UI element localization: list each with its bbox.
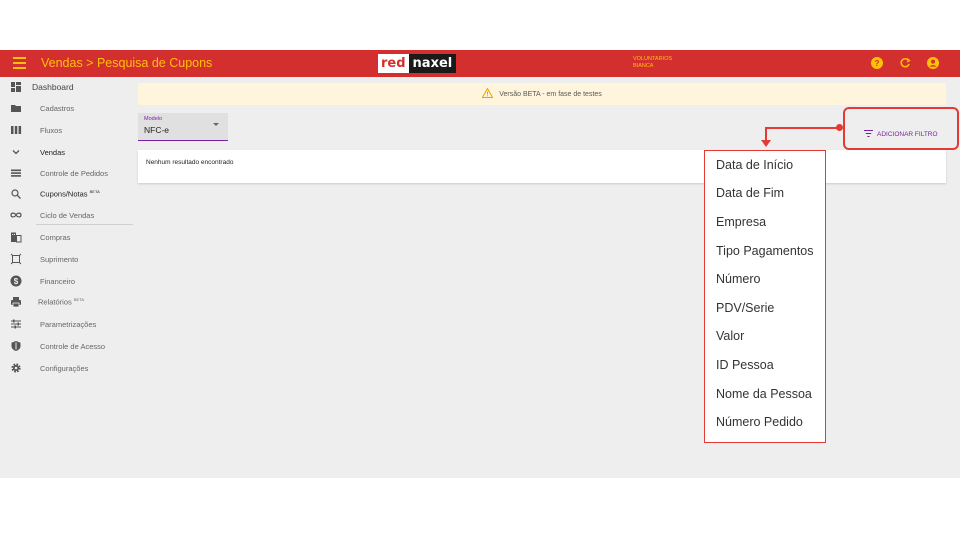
beta-badge: BETA: [89, 189, 100, 195]
account-icon[interactable]: [926, 56, 940, 70]
user-name: BIANCA: [633, 63, 654, 69]
sidebar-item-label: Dashboard: [32, 82, 74, 92]
filter-option-numero-pedido[interactable]: Número Pedido: [716, 415, 803, 429]
sidebar-item-relatorios[interactable]: Relatórios BETA: [0, 292, 133, 312]
filter-option-data-inicio[interactable]: Data de Início: [716, 158, 793, 172]
sidebar-item-label: Cupons/Notas BETA: [40, 189, 100, 199]
sidebar-item-cupons-notas[interactable]: Cupons/Notas BETA: [0, 184, 133, 204]
shield-icon: [10, 340, 22, 352]
filter-option-tipo-pagamentos[interactable]: Tipo Pagamentos: [716, 244, 814, 258]
refresh-icon[interactable]: [898, 56, 912, 70]
top-bar: Vendas > Pesquisa de Cupons red naxel VO…: [0, 50, 960, 77]
sidebar-item-ciclo-de-vendas[interactable]: Ciclo de Vendas: [0, 205, 133, 225]
filter-option-empresa[interactable]: Empresa: [716, 215, 766, 229]
sidebar-item-parametrizacoes[interactable]: Parametrizações: [0, 314, 133, 334]
sidebar-divider: [36, 224, 133, 225]
sidebar-item-financeiro[interactable]: $ Financeiro: [0, 271, 133, 291]
model-select-value: NFC-e: [144, 125, 170, 135]
sidebar-item-label: Controle de Acesso: [40, 341, 106, 351]
sidebar-item-compras[interactable]: Compras: [0, 227, 133, 247]
help-icon[interactable]: ?: [870, 56, 884, 70]
annotation-arrow-icon: [761, 140, 771, 147]
annotation-connector-horizontal: [765, 127, 838, 129]
annotation-highlight-box: [843, 107, 959, 150]
sidebar-item-label: Vendas: [40, 147, 66, 157]
sidebar-item-label: Parametrizações: [40, 319, 97, 329]
sidebar-item-controle-de-pedidos[interactable]: Controle de Pedidos: [0, 163, 133, 183]
supply-icon: [10, 253, 22, 265]
warning-icon: [481, 87, 494, 100]
menu-icon[interactable]: [13, 57, 26, 69]
sidebar-item-text: Relatórios: [38, 297, 72, 307]
page-title: Vendas > Pesquisa de Cupons: [41, 56, 213, 70]
sidebar-item-label: Configurações: [40, 363, 89, 373]
logo: red naxel: [378, 54, 457, 73]
top-icons: ?: [870, 56, 940, 70]
search-receipt-icon: [10, 188, 22, 200]
building-icon: [10, 231, 22, 243]
folder-icon: [10, 102, 22, 114]
filter-option-nome-pessoa[interactable]: Nome da Pessoa: [716, 387, 812, 401]
sidebar-item-configuracoes[interactable]: Configurações: [0, 358, 133, 378]
logo-naxel: naxel: [408, 54, 457, 73]
filter-option-data-fim[interactable]: Data de Fim: [716, 186, 784, 200]
user-info[interactable]: VOLUNTARIOS BIANCA: [633, 56, 672, 70]
sidebar-item-dashboard[interactable]: Dashboard: [0, 77, 133, 97]
dropdown-arrow-icon: [213, 123, 219, 126]
chevron-down-icon: [10, 146, 22, 158]
sidebar-item-controle-de-acesso[interactable]: Controle de Acesso: [0, 336, 133, 356]
user-org: VOLUNTARIOS: [633, 56, 673, 62]
columns-icon: [10, 124, 22, 136]
filter-menu: Data de Início Data de Fim Empresa Tipo …: [704, 150, 826, 443]
print-icon: [10, 296, 22, 308]
model-select[interactable]: Modelo NFC-e: [138, 113, 228, 141]
filter-option-id-pessoa[interactable]: ID Pessoa: [716, 358, 774, 372]
sidebar-item-label: Suprimento: [40, 254, 79, 264]
infinity-icon: [10, 209, 22, 221]
dashboard-icon: [10, 81, 22, 93]
money-icon: $: [10, 275, 22, 287]
sidebar-item-label: Fluxos: [40, 125, 63, 135]
sidebar-item-label: Ciclo de Vendas: [40, 210, 95, 220]
svg-text:$: $: [14, 277, 19, 286]
banner-text: Versão BETA - em fase de testes: [499, 90, 602, 98]
filter-option-numero[interactable]: Número: [716, 272, 760, 286]
beta-banner: Versão BETA - em fase de testes: [138, 83, 946, 105]
sidebar-item-cadastros[interactable]: Cadastros: [0, 98, 133, 118]
logo-red: red: [378, 54, 409, 73]
sidebar: Dashboard Cadastros Fluxos Vendas Contro…: [0, 77, 133, 478]
gear-icon: [10, 362, 22, 374]
sidebar-item-label: Controle de Pedidos: [40, 168, 108, 178]
sidebar-item-suprimento[interactable]: Suprimento: [0, 249, 133, 269]
sidebar-item-label: Relatórios BETA: [38, 297, 84, 307]
sidebar-item-label: Compras: [40, 232, 71, 242]
sidebar-item-vendas[interactable]: Vendas: [0, 142, 133, 162]
sidebar-item-fluxos[interactable]: Fluxos: [0, 120, 133, 140]
sidebar-item-label: Financeiro: [40, 276, 76, 286]
annotation-connector-vertical: [765, 127, 767, 141]
svg-text:?: ?: [875, 59, 880, 68]
filter-option-pdv-serie[interactable]: PDV/Serie: [716, 301, 774, 315]
model-select-label: Modelo: [144, 116, 163, 122]
filter-option-valor[interactable]: Valor: [716, 329, 744, 343]
beta-badge: BETA: [73, 297, 85, 303]
sidebar-item-label: Cadastros: [40, 103, 75, 113]
empty-results-text: Nenhum resultado encontrado: [146, 159, 234, 166]
list-icon: [10, 167, 22, 179]
sliders-icon: [10, 318, 22, 330]
sidebar-item-text: Cupons/Notas: [40, 189, 88, 199]
